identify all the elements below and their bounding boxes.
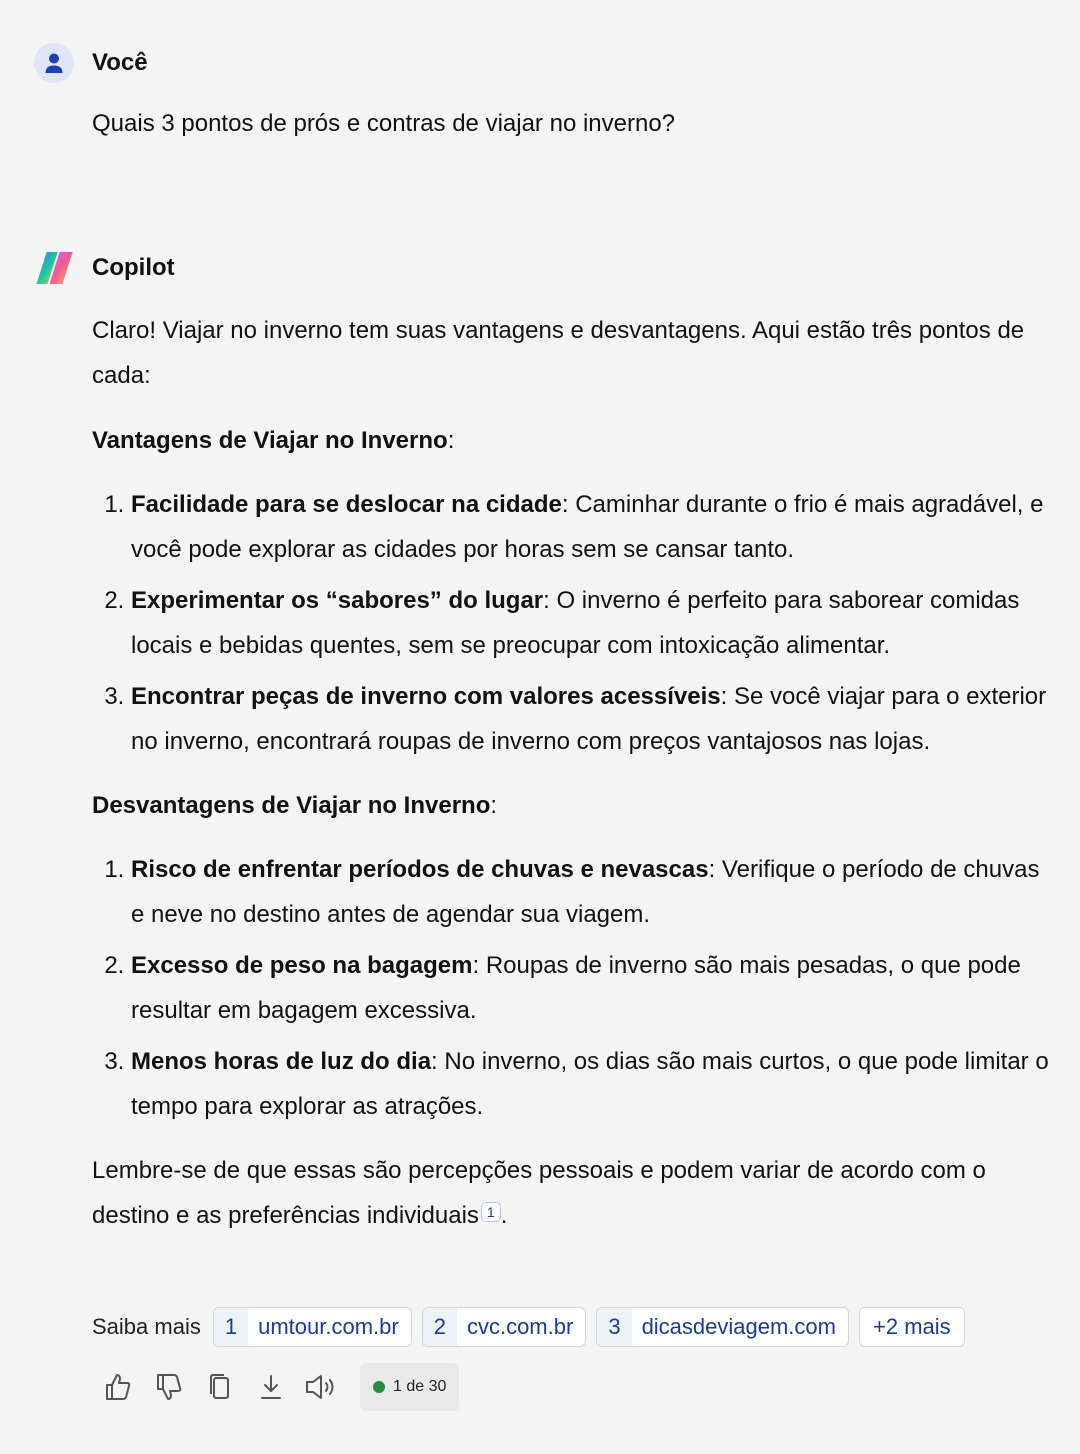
- list-item: Facilidade para se deslocar na cidade: C…: [131, 482, 1057, 572]
- copilot-logo: [34, 248, 74, 288]
- conclusion-end: .: [500, 1202, 508, 1229]
- counter-text: 1 de 30: [393, 1378, 447, 1395]
- user-message-header: Você: [34, 43, 148, 83]
- download-icon: [261, 1375, 281, 1399]
- source-domain: umtour.com.br: [258, 1314, 399, 1339]
- learn-more-bar: Saiba mais 1 umtour.com.br 2 cvc.com.br …: [92, 1307, 975, 1347]
- message-actions: 1 de 30: [100, 1363, 460, 1411]
- like-button[interactable]: [100, 1369, 136, 1405]
- copilot-reply: Claro! Viajar no inverno tem suas vantag…: [92, 308, 1057, 1238]
- thumbs-down-icon: [157, 1374, 182, 1400]
- response-counter: 1 de 30: [360, 1363, 460, 1411]
- more-sources-label: +2 mais: [873, 1314, 951, 1339]
- list-item: Menos horas de luz do dia: No inverno, o…: [131, 1039, 1057, 1129]
- user-icon: [45, 53, 63, 73]
- list-item: Encontrar peças de inverno com valores a…: [131, 674, 1057, 764]
- copilot-sender-name: Copilot: [92, 254, 175, 281]
- item-heading: Facilidade para se deslocar na cidade: [131, 491, 562, 518]
- learn-more-label: Saiba mais: [92, 1314, 201, 1339]
- reply-intro: Claro! Viajar no inverno tem suas vantag…: [92, 317, 1025, 389]
- source-number: 3: [597, 1308, 632, 1346]
- dislike-button[interactable]: [151, 1369, 187, 1405]
- user-sender-name: Você: [92, 49, 148, 76]
- copilot-message-header: Copilot: [34, 248, 175, 288]
- user-avatar: [34, 43, 74, 83]
- disadvantages-title-text: Desvantagens de Viajar no Inverno: [92, 792, 491, 819]
- source-link-cvc[interactable]: 2 cvc.com.br: [421, 1307, 587, 1347]
- advantages-title: Vantagens de Viajar no Inverno:: [92, 427, 455, 454]
- item-heading: Experimentar os “sabores” do lugar: [131, 587, 544, 614]
- copy-button[interactable]: [202, 1369, 238, 1405]
- copilot-logo-icon: [36, 252, 73, 284]
- disadvantages-title: Desvantagens de Viajar no Inverno:: [92, 792, 498, 819]
- list-item: Excesso de peso na bagagem: Roupas de in…: [131, 943, 1057, 1033]
- conclusion-text: Lembre-se de que essas são percepções pe…: [92, 1157, 986, 1229]
- source-domain: dicasdeviagem.com: [641, 1314, 836, 1339]
- disadvantages-list: Risco de enfrentar períodos de chuvas e …: [92, 847, 1057, 1129]
- item-heading: Menos horas de luz do dia: [131, 1048, 432, 1075]
- item-heading: Excesso de peso na bagagem: [131, 952, 473, 979]
- thumbs-up-icon: [106, 1374, 131, 1400]
- source-domain: cvc.com.br: [466, 1314, 574, 1339]
- download-button[interactable]: [253, 1369, 289, 1405]
- list-item: Experimentar os “sabores” do lugar: O in…: [131, 578, 1057, 668]
- source-number: 1: [213, 1308, 249, 1346]
- user-message-text: Quais 3 pontos de prós e contras de viaj…: [92, 110, 676, 137]
- list-item: Risco de enfrentar períodos de chuvas e …: [131, 847, 1057, 937]
- reply-conclusion: Lembre-se de que essas são percepções pe…: [92, 1148, 1057, 1238]
- item-heading: Risco de enfrentar períodos de chuvas e …: [131, 856, 709, 883]
- item-heading: Encontrar peças de inverno com valores a…: [131, 683, 721, 710]
- source-link-umtour[interactable]: 1 umtour.com.br: [212, 1307, 412, 1347]
- read-aloud-button[interactable]: [304, 1369, 340, 1405]
- speaker-icon: [306, 1375, 334, 1399]
- status-dot-icon: [373, 1381, 385, 1393]
- more-sources-button[interactable]: +2 mais: [859, 1307, 965, 1347]
- advantages-list: Facilidade para se deslocar na cidade: C…: [92, 482, 1057, 764]
- source-number: 2: [422, 1308, 457, 1346]
- advantages-title-text: Vantagens de Viajar no Inverno: [92, 427, 448, 454]
- source-link-dicasdeviagem[interactable]: 3 dicasdeviagem.com: [596, 1307, 849, 1347]
- copy-icon: [210, 1374, 229, 1399]
- citation-badge[interactable]: 1: [480, 1202, 501, 1222]
